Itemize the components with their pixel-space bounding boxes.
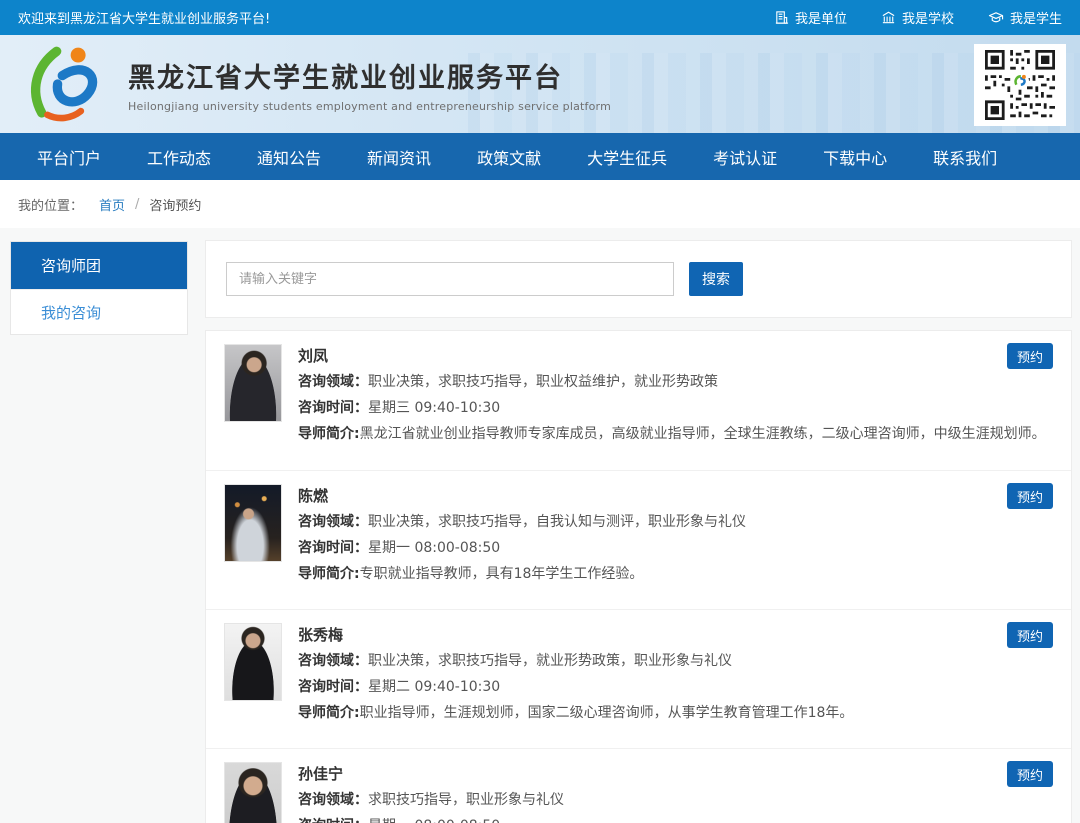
sidebar-item-consultant-team[interactable]: 咨询师团 (11, 242, 187, 290)
bio-value: 专职就业指导教师，具有18年学生工作经验。 (360, 566, 644, 582)
consultant-field-line: 咨询领域：职业决策，求职技巧指导，自我认知与测评，职业形象与礼仪 (298, 513, 746, 532)
consultant-time-line: 咨询时间：星期二 09:40-10:30 (298, 678, 853, 697)
qr-code (974, 44, 1066, 126)
consultant-info: 张秀梅 咨询领域：职业决策，求职技巧指导，就业形势政策，职业形象与礼仪 咨询时间… (298, 623, 853, 735)
reserve-button[interactable]: 预约 (1007, 483, 1053, 509)
time-value: 星期一 08:00-08:50 (368, 818, 500, 823)
sidebar: 咨询师团 我的咨询 (10, 241, 188, 335)
time-label: 咨询时间： (298, 400, 368, 416)
topbar: 欢迎来到黑龙江省大学生就业创业服务平台! 我是单位 我是学校 (0, 0, 1080, 35)
bio-label: 导师简介: (298, 705, 360, 721)
welcome-text: 欢迎来到黑龙江省大学生就业创业服务平台! (18, 8, 270, 27)
topbar-link-student[interactable]: 我是学生 (988, 8, 1062, 27)
content-area: 咨询师团 我的咨询 搜索 刘凤 咨询领域：职业决策，求职技巧指导，职业权益维护，… (0, 228, 1080, 823)
breadcrumb: 我的位置： 首页 / 咨询预约 (0, 180, 1080, 228)
field-value: 求职技巧指导，职业形象与礼仪 (368, 792, 564, 808)
title-block: 黑龙江省大学生就业创业服务平台 Heilongjiang university … (128, 56, 611, 113)
nav-item-6[interactable]: 考试认证 (690, 133, 800, 180)
time-label: 咨询时间： (298, 818, 368, 823)
consultant-name: 张秀梅 (298, 624, 853, 645)
sidebar-item-my-consultations[interactable]: 我的咨询 (11, 290, 187, 334)
field-value: 职业决策，求职技巧指导，就业形势政策，职业形象与礼仪 (368, 653, 732, 669)
school-icon (881, 10, 896, 25)
main-nav: 平台门户工作动态通知公告新闻资讯政策文献大学生征兵考试认证下载中心联系我们 (0, 133, 1080, 180)
consultant-photo (224, 762, 282, 823)
nav-item-0[interactable]: 平台门户 (14, 133, 124, 180)
consultant-bio-line: 导师简介:专职就业指导教师，具有18年学生工作经验。 (298, 565, 746, 584)
topbar-link-school[interactable]: 我是学校 (881, 8, 954, 27)
nav-item-5[interactable]: 大学生征兵 (564, 133, 690, 180)
nav-item-1[interactable]: 工作动态 (124, 133, 234, 180)
consultant-field-line: 咨询领域：求职技巧指导，职业形象与礼仪 (298, 791, 564, 810)
consultant-info: 陈燃 咨询领域：职业决策，求职技巧指导，自我认知与测评，职业形象与礼仪 咨询时间… (298, 484, 746, 596)
site-subtitle: Heilongjiang university students employm… (128, 100, 611, 113)
consultant-name: 刘凤 (298, 345, 1046, 366)
consultant-field-line: 咨询领域：职业决策，求职技巧指导，就业形势政策，职业形象与礼仪 (298, 652, 853, 671)
search-card: 搜索 (205, 240, 1072, 318)
bio-value: 职业指导师，生涯规划师，国家二级心理咨询师，从事学生教育管理工作18年。 (360, 705, 854, 721)
reserve-button[interactable]: 预约 (1007, 761, 1053, 787)
consultant-entry: 孙佳宁 咨询领域：求职技巧指导，职业形象与礼仪 咨询时间：星期一 08:00-0… (206, 748, 1071, 823)
building-icon (774, 10, 789, 25)
consultant-list: 刘凤 咨询领域：职业决策，求职技巧指导，职业权益维护，就业形势政策 咨询时间：星… (205, 330, 1072, 823)
nav-item-8[interactable]: 联系我们 (910, 133, 1020, 180)
time-value: 星期三 09:40-10:30 (368, 400, 500, 416)
bio-label: 导师简介: (298, 426, 360, 442)
reserve-button[interactable]: 预约 (1007, 343, 1053, 369)
main-panel: 搜索 刘凤 咨询领域：职业决策，求职技巧指导，职业权益维护，就业形势政策 咨询时… (205, 240, 1072, 823)
consultant-info: 孙佳宁 咨询领域：求职技巧指导，职业形象与礼仪 咨询时间：星期一 08:00-0… (298, 762, 564, 823)
site-logo-icon (18, 42, 114, 126)
time-label: 咨询时间： (298, 679, 368, 695)
breadcrumb-current: 咨询预约 (149, 195, 201, 214)
consultant-photo (224, 344, 282, 422)
field-label: 咨询领域： (298, 374, 368, 390)
consultant-time-line: 咨询时间：星期一 08:00-08:50 (298, 817, 564, 823)
nav-item-2[interactable]: 通知公告 (234, 133, 344, 180)
nav-item-3[interactable]: 新闻资讯 (344, 133, 454, 180)
time-label: 咨询时间： (298, 540, 368, 556)
breadcrumb-separator: / (135, 197, 139, 212)
consultant-photo (224, 623, 282, 701)
bio-value: 黑龙江省就业创业指导教师专家库成员，高级就业指导师，全球生涯教练，二级心理咨询师… (360, 426, 1046, 442)
consultant-name: 陈燃 (298, 485, 746, 506)
graduation-cap-icon (988, 10, 1004, 25)
breadcrumb-prefix: 我的位置： (18, 195, 83, 214)
time-value: 星期二 09:40-10:30 (368, 679, 500, 695)
field-value: 职业决策，求职技巧指导，职业权益维护，就业形势政策 (368, 374, 718, 390)
topbar-link-employer[interactable]: 我是单位 (774, 8, 847, 27)
site-header: 黑龙江省大学生就业创业服务平台 Heilongjiang university … (0, 35, 1080, 133)
bio-label: 导师简介: (298, 566, 360, 582)
site-title: 黑龙江省大学生就业创业服务平台 (128, 56, 611, 95)
consultant-bio-line: 导师简介:黑龙江省就业创业指导教师专家库成员，高级就业指导师，全球生涯教练，二级… (298, 425, 1046, 444)
topbar-links: 我是单位 我是学校 我是学生 (774, 8, 1062, 27)
consultant-field-line: 咨询领域：职业决策，求职技巧指导，职业权益维护，就业形势政策 (298, 373, 1046, 392)
search-button[interactable]: 搜索 (689, 262, 743, 296)
field-value: 职业决策，求职技巧指导，自我认知与测评，职业形象与礼仪 (368, 514, 746, 530)
search-input[interactable] (226, 262, 674, 296)
consultant-bio-line: 导师简介:职业指导师，生涯规划师，国家二级心理咨询师，从事学生教育管理工作18年… (298, 704, 853, 723)
consultant-photo (224, 484, 282, 562)
consultant-entry: 陈燃 咨询领域：职业决策，求职技巧指导，自我认知与测评，职业形象与礼仪 咨询时间… (206, 470, 1071, 609)
consultant-time-line: 咨询时间：星期一 08:00-08:50 (298, 539, 746, 558)
field-label: 咨询领域： (298, 514, 368, 530)
consultant-entry: 张秀梅 咨询领域：职业决策，求职技巧指导，就业形势政策，职业形象与礼仪 咨询时间… (206, 609, 1071, 748)
field-label: 咨询领域： (298, 792, 368, 808)
consultant-entry: 刘凤 咨询领域：职业决策，求职技巧指导，职业权益维护，就业形势政策 咨询时间：星… (206, 331, 1071, 470)
nav-item-4[interactable]: 政策文献 (454, 133, 564, 180)
topbar-link-label: 我是学生 (1010, 8, 1062, 27)
reserve-button[interactable]: 预约 (1007, 622, 1053, 648)
breadcrumb-home-link[interactable]: 首页 (99, 195, 125, 214)
nav-item-7[interactable]: 下载中心 (800, 133, 910, 180)
topbar-link-label: 我是学校 (902, 8, 954, 27)
topbar-link-label: 我是单位 (795, 8, 847, 27)
time-value: 星期一 08:00-08:50 (368, 540, 500, 556)
consultant-name: 孙佳宁 (298, 763, 564, 784)
consultant-time-line: 咨询时间：星期三 09:40-10:30 (298, 399, 1046, 418)
field-label: 咨询领域： (298, 653, 368, 669)
consultant-info: 刘凤 咨询领域：职业决策，求职技巧指导，职业权益维护，就业形势政策 咨询时间：星… (298, 344, 1046, 457)
